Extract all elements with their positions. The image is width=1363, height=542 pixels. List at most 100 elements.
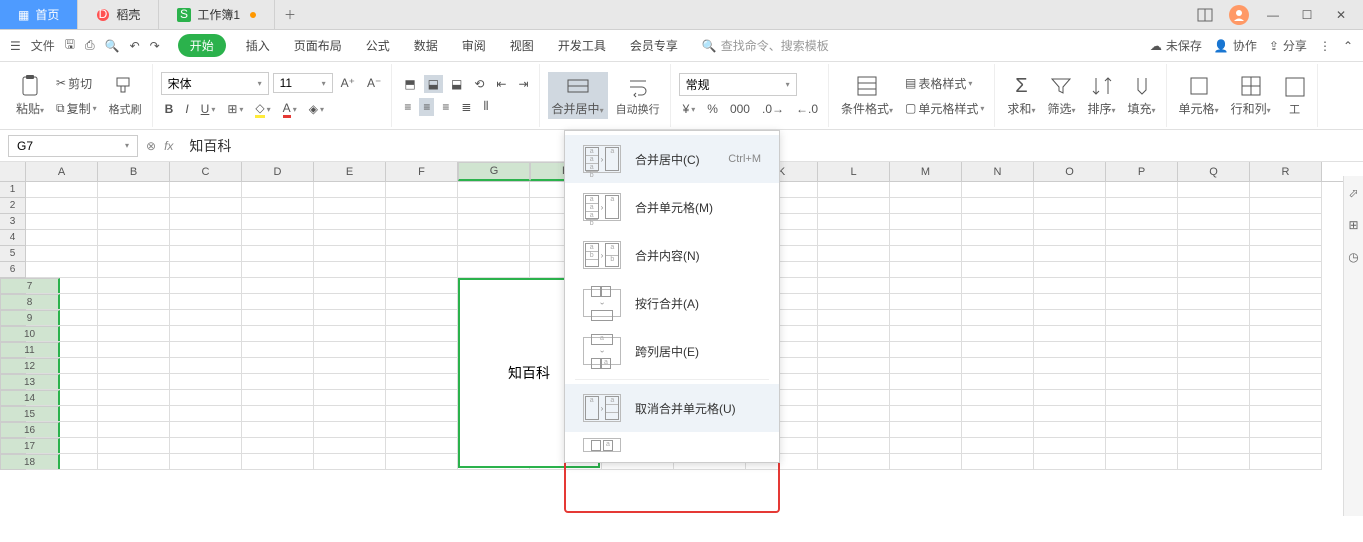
tab-home[interactable]: ▦ 首页 [0, 0, 78, 29]
italic-button[interactable]: I [181, 100, 192, 118]
ribbon-tab-view[interactable]: 视图 [506, 33, 538, 58]
collapse-ribbon-icon[interactable]: ⌃ [1343, 39, 1353, 53]
currency-icon[interactable]: ¥▾ [679, 100, 700, 118]
ribbon-tab-start[interactable]: 开始 [178, 34, 226, 57]
justify-icon[interactable]: ≣ [457, 98, 475, 116]
ribbon-tab-formula[interactable]: 公式 [362, 33, 394, 58]
increase-decimal-icon[interactable]: .0→ [758, 100, 788, 118]
col-header-F[interactable]: F [386, 162, 458, 181]
cut-button[interactable]: ✂剪切 [52, 73, 101, 94]
new-tab-button[interactable]: ＋ [275, 0, 305, 29]
ribbon-tab-member[interactable]: 会员专享 [626, 33, 682, 58]
col-header-A[interactable]: A [26, 162, 98, 181]
minimize-button[interactable]: — [1259, 1, 1287, 29]
share-button[interactable]: ⇪分享 [1269, 37, 1307, 54]
fx-icon[interactable]: fx [164, 139, 173, 153]
copy-button[interactable]: ⧉复制▾ [52, 98, 101, 119]
indent-increase-icon[interactable]: ⇥ [514, 75, 532, 93]
cancel-fx-icon[interactable]: ⊗ [146, 139, 156, 153]
indent-decrease-icon[interactable]: ⇤ [492, 75, 510, 93]
dd-merge-cells[interactable]: aaab›a 合并单元格(M) [565, 183, 779, 231]
unsaved-status[interactable]: ☁未保存 [1150, 37, 1202, 54]
row-header-1[interactable]: 1 [0, 182, 26, 198]
more-menu-icon[interactable]: ⋮ [1319, 39, 1331, 53]
settings-sidebar-icon[interactable]: ⊞ [1348, 218, 1358, 232]
row-header-2[interactable]: 2 [0, 198, 26, 214]
command-search[interactable]: 🔍 查找命令、搜索模板 [702, 37, 829, 54]
align-top-icon[interactable]: ⬒ [400, 75, 419, 93]
col-header-L[interactable]: L [818, 162, 890, 181]
row-header-4[interactable]: 4 [0, 230, 26, 246]
orientation-icon[interactable]: ⟲ [470, 75, 488, 93]
align-center-icon[interactable]: ≡ [419, 98, 434, 116]
col-header-R[interactable]: R [1250, 162, 1322, 181]
clock-sidebar-icon[interactable]: ◷ [1348, 250, 1358, 264]
align-middle-icon[interactable]: ⬓ [424, 75, 443, 93]
row-header-5[interactable]: 5 [0, 246, 26, 262]
bold-button[interactable]: B [161, 100, 178, 118]
close-button[interactable]: ✕ [1327, 1, 1355, 29]
auto-wrap-button[interactable]: 自动换行 [612, 73, 664, 119]
ribbon-tab-dev[interactable]: 开发工具 [554, 33, 610, 58]
undo-icon[interactable]: ↶ [130, 39, 140, 53]
sort-button[interactable]: 排序▾ [1083, 72, 1119, 119]
redo-icon[interactable]: ↷ [150, 39, 160, 53]
print-icon[interactable]: ⎙ [85, 38, 95, 53]
col-header-D[interactable]: D [242, 162, 314, 181]
menu-hamburger-icon[interactable]: ☰ [10, 39, 21, 53]
col-header-C[interactable]: C [170, 162, 242, 181]
fill-button[interactable]: 填充▾ [1124, 72, 1160, 119]
increase-font-icon[interactable]: A⁺ [337, 74, 359, 92]
row-header-6[interactable]: 6 [0, 262, 26, 278]
save-icon[interactable]: 🖫 [65, 35, 75, 56]
file-menu[interactable]: 文件 [31, 37, 55, 54]
ribbon-tab-insert[interactable]: 插入 [242, 33, 274, 58]
dd-merge-center[interactable]: aaab›a 合并居中(C) Ctrl+M [565, 135, 779, 183]
format-painter-button[interactable]: 格式刷 [105, 73, 146, 119]
dd-merge-content[interactable]: ab›ab 合并内容(N) [565, 231, 779, 279]
col-header-M[interactable]: M [890, 162, 962, 181]
decrease-decimal-icon[interactable]: ←.0 [792, 100, 822, 118]
ribbon-tab-review[interactable]: 审阅 [458, 33, 490, 58]
dd-merge-row[interactable]: › 按行合并(A) [565, 279, 779, 327]
table-style-button[interactable]: ▤表格样式▾ [901, 73, 988, 94]
row-header-3[interactable]: 3 [0, 214, 26, 230]
rowcol-button[interactable]: 行和列▾ [1227, 72, 1275, 119]
percent-icon[interactable]: % [703, 100, 722, 118]
paste-button[interactable]: 粘贴▾ [12, 72, 48, 119]
distribute-icon[interactable]: ⫴ [479, 97, 492, 116]
cell-style-button[interactable]: ▢单元格样式▾ [901, 98, 988, 119]
avatar[interactable] [1225, 1, 1253, 29]
dd-more[interactable]: a [565, 432, 779, 458]
filter-button[interactable]: 筛选▾ [1043, 72, 1079, 119]
font-name-select[interactable]: 宋体▾ [161, 72, 269, 95]
decrease-font-icon[interactable]: A⁻ [363, 74, 385, 92]
ribbon-tab-layout[interactable]: 页面布局 [290, 33, 346, 58]
sum-button[interactable]: Σ求和▾ [1003, 73, 1039, 119]
font-color-button[interactable]: A▾ [279, 99, 301, 120]
col-header-E[interactable]: E [314, 162, 386, 181]
col-header-Q[interactable]: Q [1178, 162, 1250, 181]
font-size-select[interactable]: 11▾ [273, 73, 333, 93]
preview-icon[interactable]: 🔍 [105, 39, 120, 53]
col-header-G[interactable]: G [458, 162, 530, 181]
worksheet-button[interactable]: 工 [1279, 73, 1311, 119]
dd-center-across[interactable]: a›a 跨列居中(E) [565, 327, 779, 375]
fill-color-button[interactable]: ◇▾ [251, 99, 274, 120]
align-right-icon[interactable]: ≡ [438, 98, 453, 116]
tab-docer[interactable]: D 稻壳 [78, 0, 159, 29]
window-mode-icon[interactable] [1191, 1, 1219, 29]
col-header-P[interactable]: P [1106, 162, 1178, 181]
formula-input[interactable]: 知百科 [181, 136, 239, 156]
clear-format-button[interactable]: ◈▾ [305, 100, 328, 118]
col-header-O[interactable]: O [1034, 162, 1106, 181]
align-bottom-icon[interactable]: ⬓ [447, 75, 466, 93]
col-header-N[interactable]: N [962, 162, 1034, 181]
cell-button[interactable]: 单元格▾ [1175, 72, 1223, 119]
align-left-icon[interactable]: ≡ [400, 98, 415, 116]
cond-format-button[interactable]: 条件格式▾ [837, 72, 897, 119]
maximize-button[interactable]: ☐ [1293, 1, 1321, 29]
col-header-B[interactable]: B [98, 162, 170, 181]
border-button[interactable]: ⊞▾ [223, 100, 247, 118]
merge-center-button[interactable]: 合并居中▾ [548, 72, 608, 119]
